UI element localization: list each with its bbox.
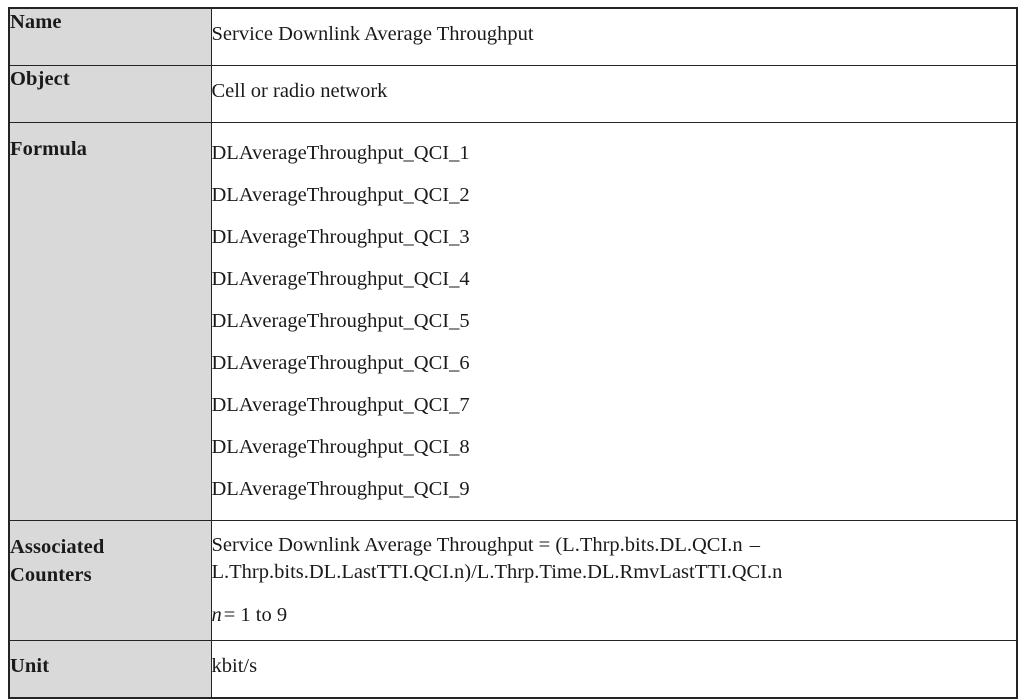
minus-sign: – — [749, 534, 760, 556]
document-page: Name Service Downlink Average Throughput… — [0, 0, 1024, 699]
row-label-name: Name — [8, 7, 212, 66]
row-label-formula: Formula — [8, 122, 212, 521]
variable-n: n — [211, 604, 222, 626]
table-row-object: Object Cell or radio network — [8, 65, 1018, 123]
table-row-unit: Unit kbit/s — [8, 640, 1018, 699]
counter-formula-text-1: Service Downlink Average Throughput = (L… — [211, 534, 743, 556]
counter-range: n= 1 to 9 — [212, 602, 1017, 628]
row-value-unit: kbit/s — [210, 640, 1018, 699]
row-value-object: Cell or radio network — [210, 65, 1018, 123]
formula-line: DLAverageThroughput_QCI_7 — [211, 394, 470, 416]
counter-formula-line-1: Service Downlink Average Throughput = (L… — [212, 532, 1017, 559]
row-value-formula: DLAverageThroughput_QCI_1 DLAverageThrou… — [210, 122, 1018, 521]
formula-line: DLAverageThroughput_QCI_1 — [211, 142, 470, 164]
row-label-line-2: Counters — [10, 564, 92, 586]
table-row-name: Name Service Downlink Average Throughput — [8, 7, 1018, 66]
formula-line: DLAverageThroughput_QCI_6 — [211, 352, 470, 374]
variable-n-range: = 1 to 9 — [223, 604, 288, 626]
row-label-associated-counters: Associated Counters — [8, 520, 212, 641]
row-label-object: Object — [8, 65, 212, 123]
formula-line: DLAverageThroughput_QCI_8 — [211, 436, 470, 458]
row-value-associated-counters: Service Downlink Average Throughput = (L… — [210, 520, 1018, 641]
row-label-unit: Unit — [8, 640, 212, 699]
formula-line: DLAverageThroughput_QCI_4 — [211, 268, 470, 290]
table-row-associated-counters: Associated Counters Service Downlink Ave… — [8, 520, 1018, 641]
kpi-definition-table: Name Service Downlink Average Throughput… — [8, 7, 1018, 699]
formula-line: DLAverageThroughput_QCI_2 — [211, 184, 470, 206]
row-label-line-1: Associated — [10, 536, 105, 558]
counter-formula-line-2: L.Thrp.bits.DL.LastTTI.QCI.n)/L.Thrp.Tim… — [211, 561, 783, 583]
formula-line: DLAverageThroughput_QCI_3 — [211, 226, 470, 248]
row-value-name: Service Downlink Average Throughput — [210, 7, 1018, 66]
formula-line: DLAverageThroughput_QCI_5 — [211, 310, 470, 332]
table-row-formula: Formula DLAverageThroughput_QCI_1 DLAver… — [8, 122, 1018, 521]
formula-line: DLAverageThroughput_QCI_9 — [211, 478, 470, 500]
